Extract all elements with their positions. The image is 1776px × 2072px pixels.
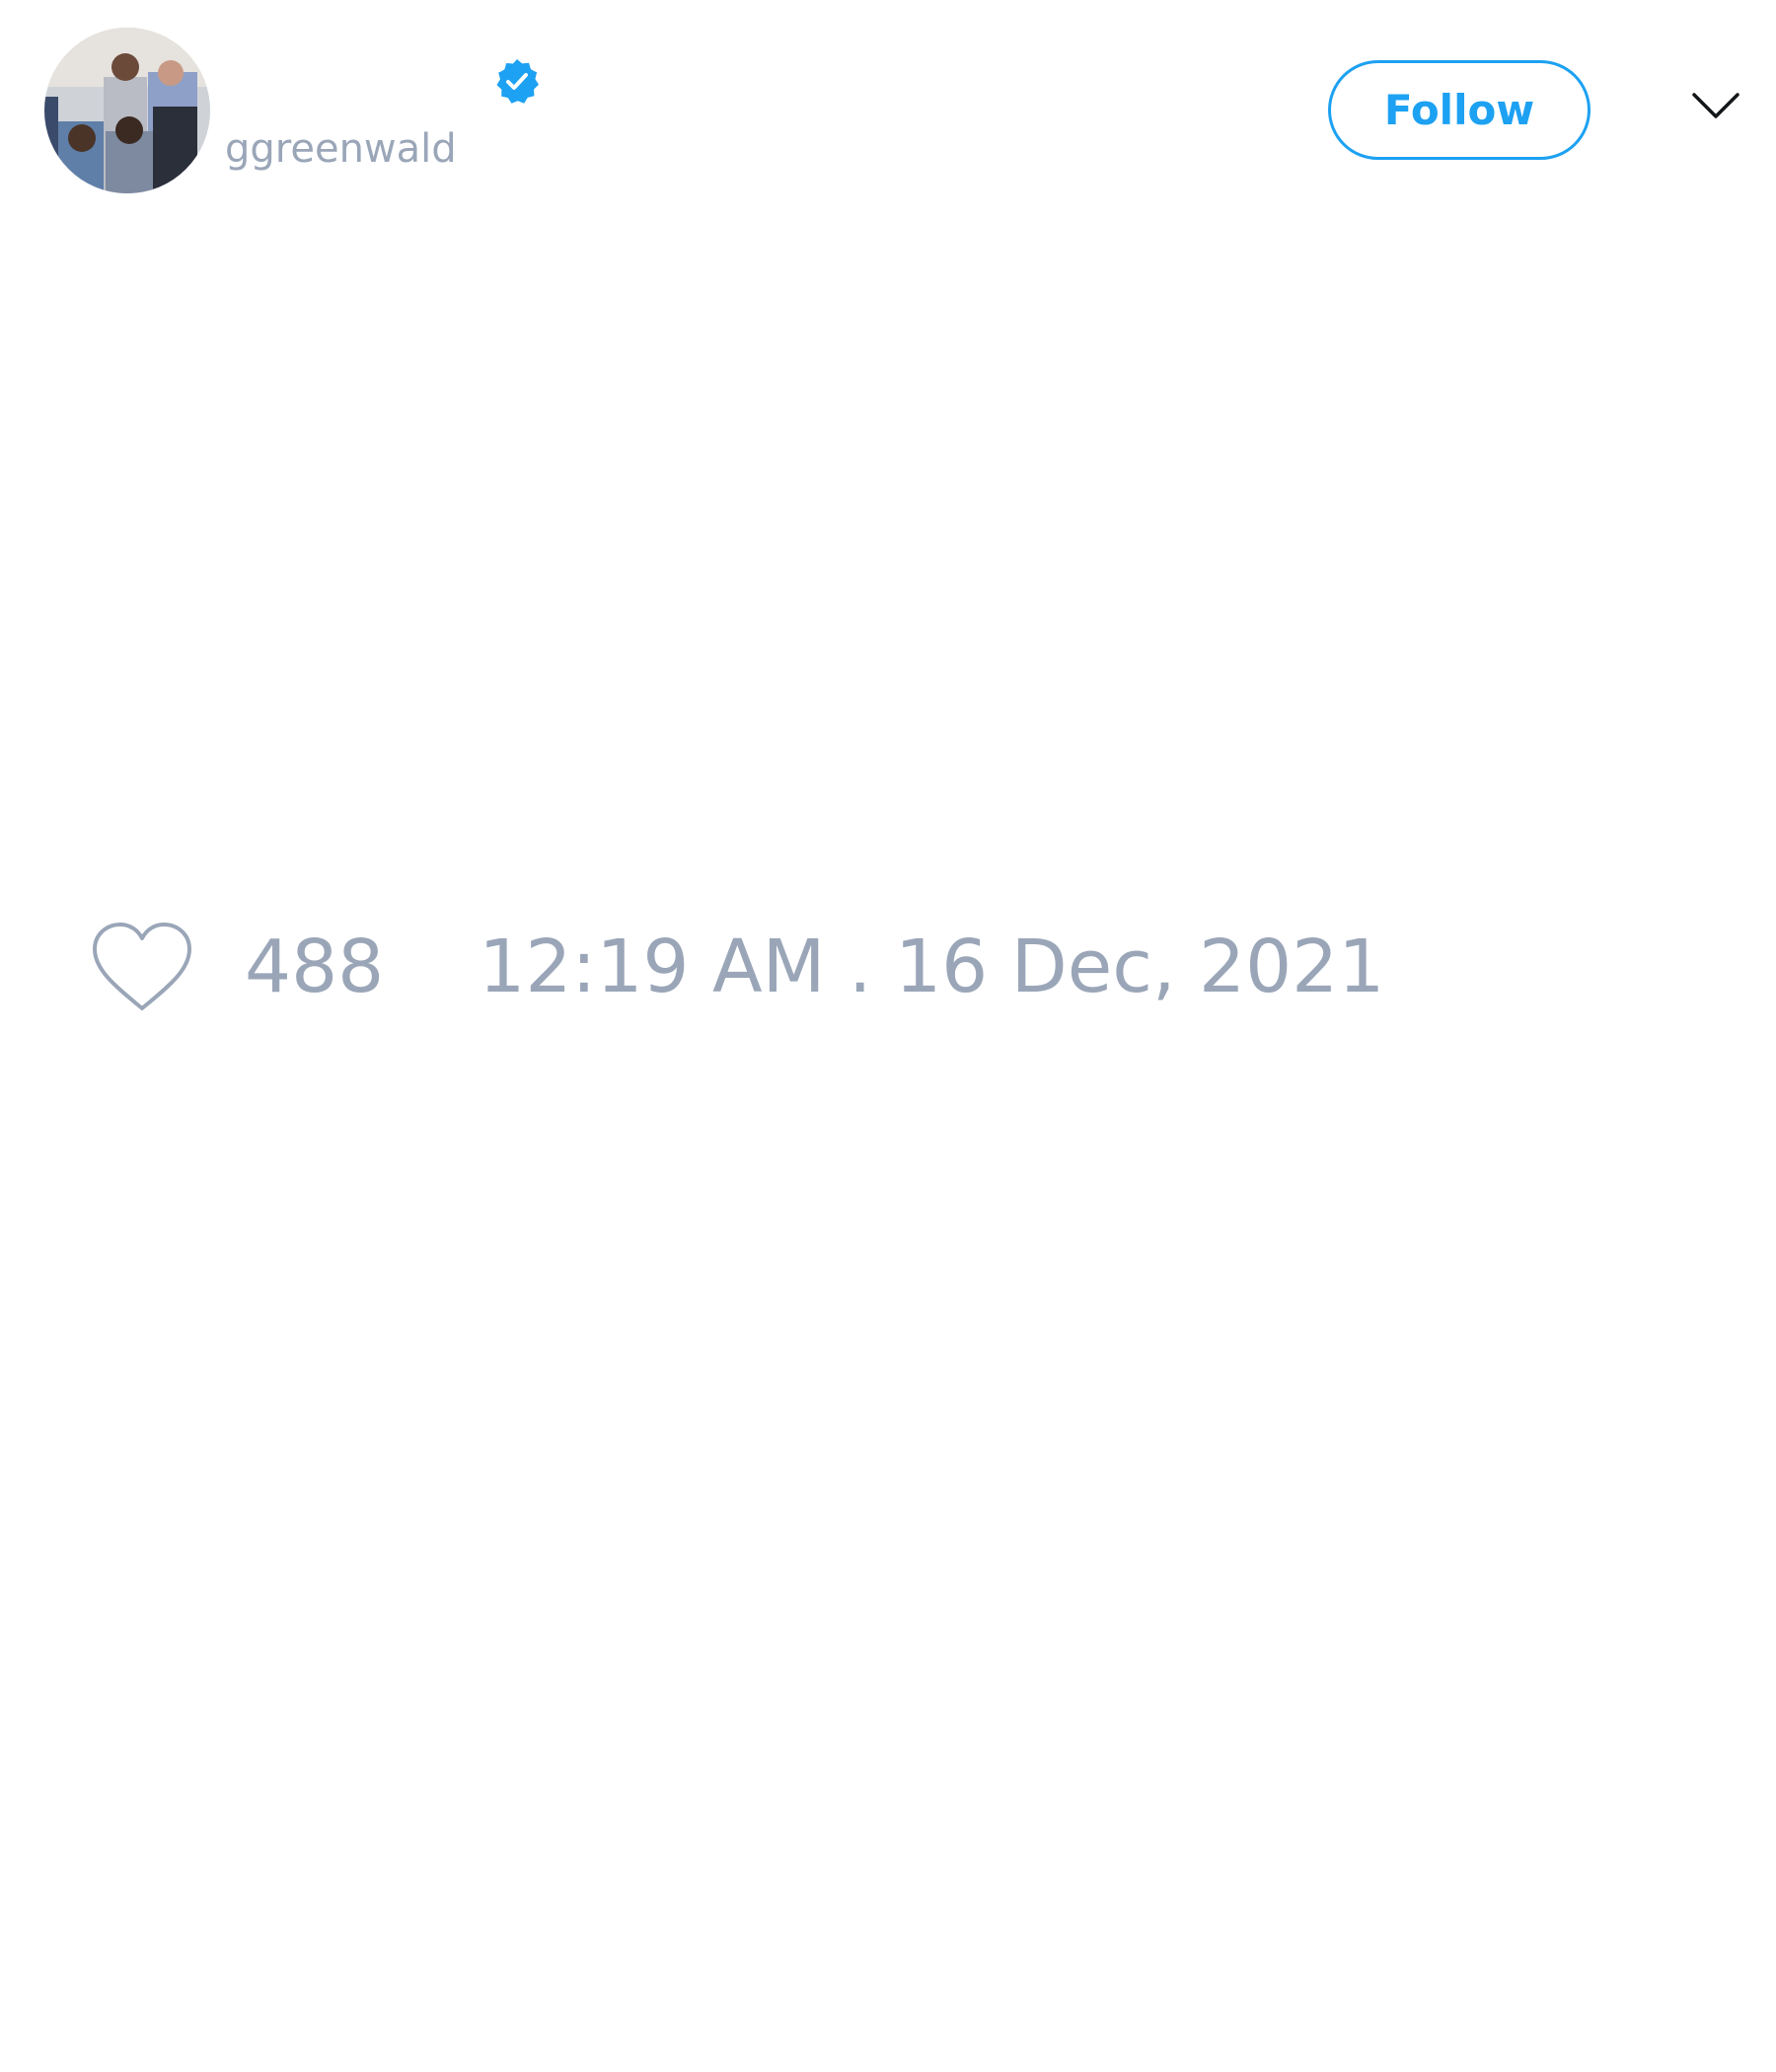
heart-icon[interactable] <box>89 920 195 1014</box>
tweet-footer: 488 12:19 AM . 16 Dec, 2021 <box>89 913 1384 1021</box>
like-count: 488 <box>245 925 385 1009</box>
author-handle[interactable]: ggreenwald <box>225 126 457 172</box>
avatar-photo-icon <box>44 28 210 193</box>
tweet-body <box>44 227 1722 858</box>
chevron-down-icon[interactable] <box>1691 89 1740 124</box>
follow-button[interactable]: Follow <box>1328 60 1591 160</box>
verified-badge-icon <box>493 57 541 105</box>
tweet-timestamp[interactable]: 12:19 AM . 16 Dec, 2021 <box>479 925 1384 1009</box>
author-avatar[interactable] <box>44 28 210 193</box>
